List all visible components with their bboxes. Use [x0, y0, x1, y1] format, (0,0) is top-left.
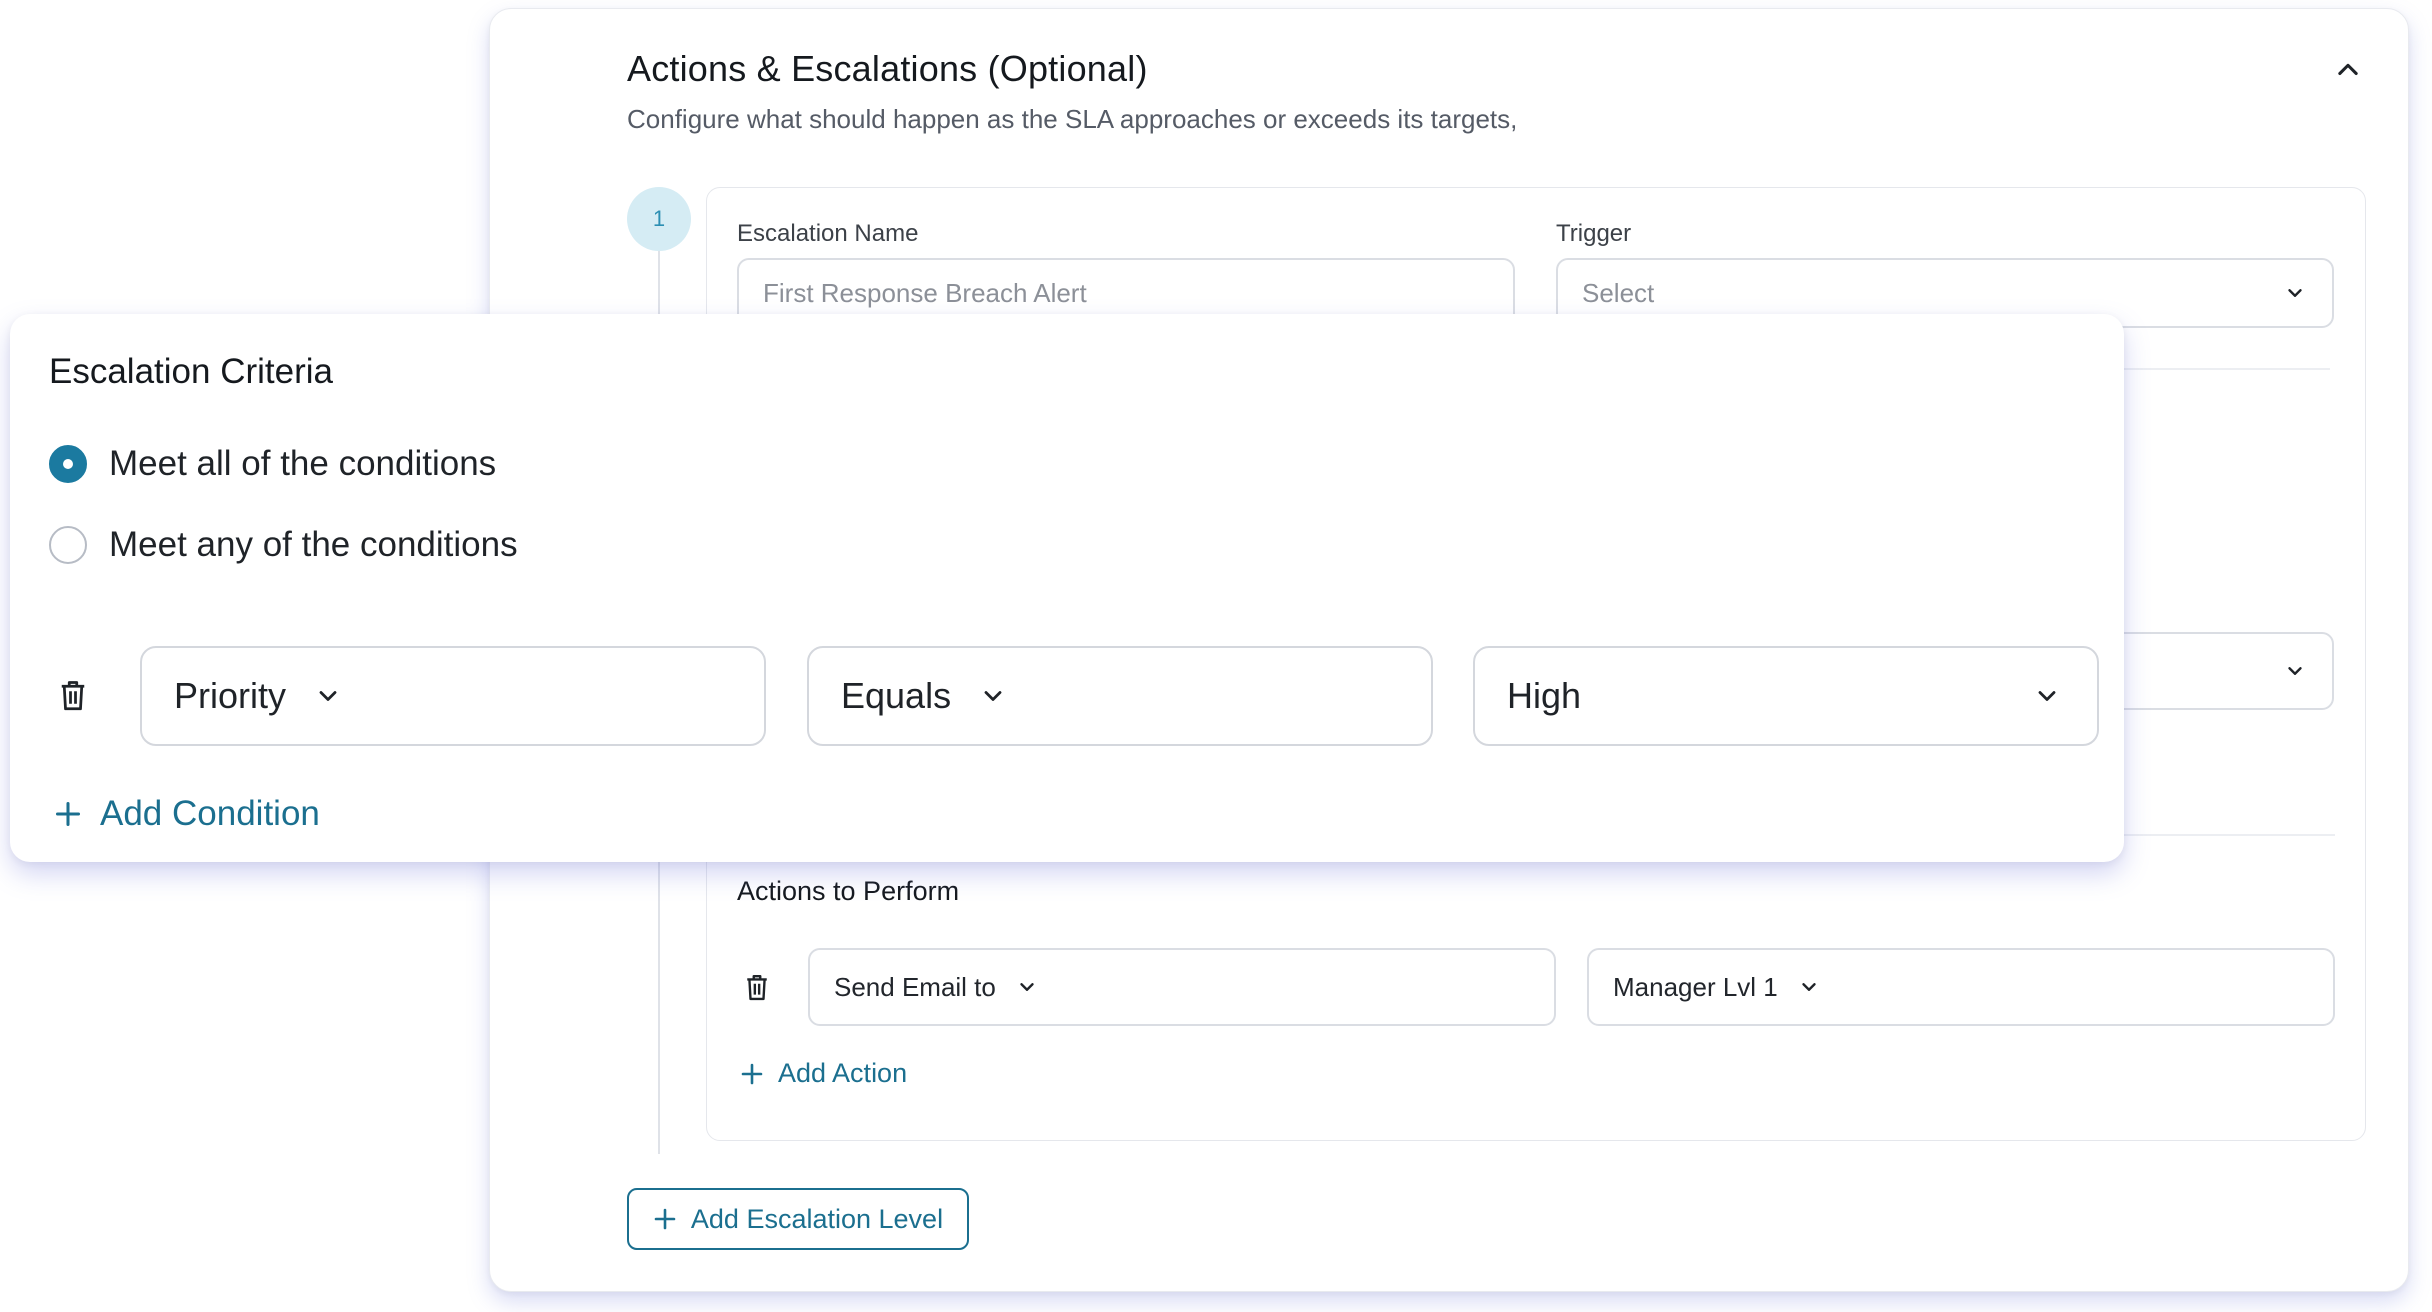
trigger-label: Trigger [1556, 220, 1632, 247]
add-condition-button[interactable]: Add Condition [54, 794, 320, 834]
step-number-badge: 1 [627, 187, 691, 251]
actions-heading: Actions to Perform [737, 876, 960, 906]
condition-field-value: Priority [174, 675, 287, 716]
plus-icon [654, 1208, 676, 1230]
chevron-down-icon [2288, 289, 2302, 297]
add-action-button[interactable]: Add Action [740, 1058, 907, 1089]
condition-field-select[interactable]: Priority [140, 646, 766, 746]
radio-label-any: Meet any of the conditions [109, 525, 518, 564]
trash-icon[interactable] [744, 972, 770, 1002]
escalation-name-label: Escalation Name [737, 220, 919, 247]
action-type-select[interactable]: Send Email to [808, 948, 1556, 1026]
chevron-down-icon [2288, 667, 2302, 675]
chevron-down-icon [984, 691, 1002, 701]
condition-operator-select[interactable]: Equals [807, 646, 1433, 746]
criteria-title: Escalation Criteria [49, 352, 333, 391]
add-condition-label: Add Condition [100, 794, 320, 833]
action-type-value: Send Email to [834, 971, 996, 1002]
radio-option-all[interactable]: Meet all of the conditions [49, 444, 496, 484]
chevron-down-icon [319, 691, 337, 701]
trash-icon[interactable] [58, 678, 88, 712]
radio-button-selected[interactable] [49, 445, 87, 483]
add-action-label: Add Action [778, 1058, 908, 1088]
action-target-select[interactable]: Manager Lvl 1 [1587, 948, 2335, 1026]
panel-subtitle: Configure what should happen as the SLA … [627, 104, 1518, 134]
condition-operator-value: Equals [841, 675, 952, 716]
plus-icon [55, 801, 81, 827]
chevron-up-icon[interactable] [2334, 56, 2362, 84]
radio-option-any[interactable]: Meet any of the conditions [49, 525, 518, 565]
chevron-down-icon [1020, 983, 1034, 991]
action-target-value: Manager Lvl 1 [1613, 971, 1778, 1002]
plus-icon [741, 1063, 763, 1084]
escalation-criteria-popup [10, 314, 2124, 862]
chevron-down-icon [2038, 691, 2056, 701]
chevron-down-icon [1802, 983, 1816, 991]
condition-value-select[interactable]: High [1473, 646, 2099, 746]
radio-button-unselected[interactable] [49, 526, 87, 564]
condition-value: High [1507, 675, 1582, 716]
add-escalation-level-button[interactable]: Add Escalation Level [627, 1188, 969, 1250]
add-escalation-level-label: Add Escalation Level [690, 1203, 944, 1234]
panel-title: Actions & Escalations (Optional) [627, 48, 1148, 89]
radio-label-all: Meet all of the conditions [109, 444, 497, 483]
trigger-select-value: Select [1582, 277, 1655, 308]
